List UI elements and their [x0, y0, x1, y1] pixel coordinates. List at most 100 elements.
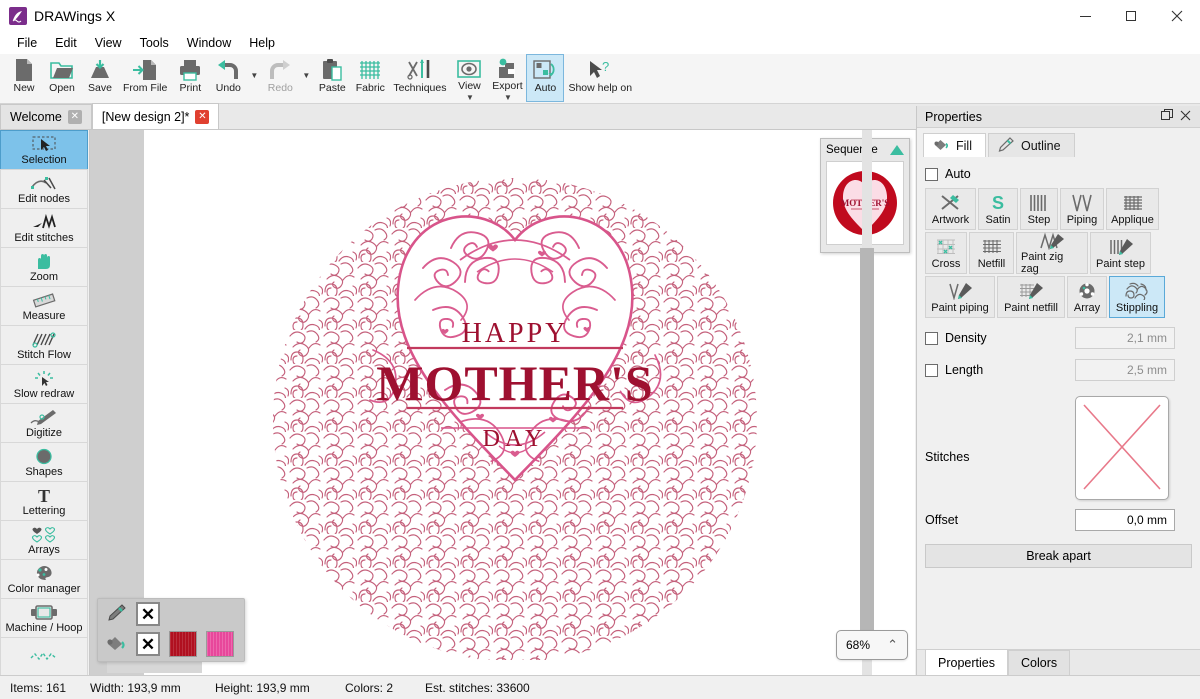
toolbar-save[interactable]: Save	[81, 54, 119, 102]
export-dropdown-arrow-icon[interactable]: ▼	[504, 93, 512, 102]
toolbar-redo[interactable]: Redo	[261, 54, 299, 102]
fill-type-satin[interactable]: S Satin	[978, 188, 1018, 230]
design-title-happy: HAPPY	[462, 318, 569, 349]
sidebar-item-color-manager[interactable]: Color manager	[0, 559, 88, 599]
close-tab-icon[interactable]: ✕	[195, 109, 210, 124]
fill-type-artwork[interactable]: Artwork	[925, 188, 976, 230]
menu-edit[interactable]: Edit	[46, 33, 86, 53]
fill-type-applique[interactable]: Applique	[1106, 188, 1159, 230]
minimize-icon[interactable]	[1062, 0, 1108, 32]
status-width: Width: 193,9 mm	[90, 680, 181, 695]
density-checkbox[interactable]	[925, 331, 938, 345]
design-canvas[interactable]: HAPPY MOTHER'S DAY Sequence MOTHER'S	[90, 130, 915, 675]
stitches-row: Stitches None	[925, 396, 1200, 500]
stitches-preview-button[interactable]: None	[1075, 396, 1200, 500]
sidebar-item-edit-stitches[interactable]: Edit stitches	[0, 208, 88, 248]
length-input[interactable]: 2,5 mm	[1075, 359, 1175, 381]
fill-type-stippling[interactable]: Stippling	[1109, 276, 1165, 318]
length-checkbox[interactable]	[925, 363, 938, 377]
sidebar-item-stitch-path[interactable]	[0, 637, 88, 675]
tab-fill[interactable]: Fill	[923, 133, 986, 157]
maximize-icon[interactable]	[1108, 0, 1154, 32]
break-apart-button[interactable]: Break apart	[925, 544, 1192, 568]
tab-outline[interactable]: Outline	[987, 133, 1075, 157]
menu-help[interactable]: Help	[240, 33, 284, 53]
toolbar-undo[interactable]: Undo	[209, 54, 247, 102]
document-tab-new-design-2[interactable]: [New design 2]* ✕	[91, 103, 220, 129]
embroidery-design[interactable]: HAPPY MOTHER'S DAY	[255, 160, 775, 660]
auto-checkbox-row[interactable]: Auto	[925, 163, 1192, 185]
fill-type-netfill[interactable]: Netfill	[969, 232, 1014, 274]
menu-file[interactable]: File	[8, 33, 46, 53]
density-row: Density 2,1 mm	[925, 326, 1192, 350]
toolbar-view[interactable]: View ▼	[450, 54, 488, 102]
redo-dropdown-arrow-icon[interactable]: ▼	[299, 54, 313, 102]
sidebar-item-slow-redraw[interactable]: Slow redraw	[0, 364, 88, 404]
sidebar-item-stitch-flow[interactable]: Stitch Flow	[0, 325, 88, 365]
bottom-tab-colors[interactable]: Colors	[1007, 650, 1071, 675]
collapse-triangle-icon[interactable]	[890, 145, 904, 155]
menu-view[interactable]: View	[86, 33, 131, 53]
toolbar-show-help-on[interactable]: ? Show help on	[564, 54, 636, 102]
fill-type-cross[interactable]: Cross	[925, 232, 967, 274]
menu-window[interactable]: Window	[178, 33, 240, 53]
fill-type-paint-zig-zag[interactable]: Paint zig zag	[1016, 231, 1088, 275]
toolbar-fabric[interactable]: Fabric	[351, 54, 389, 102]
svg-text:?: ?	[602, 59, 609, 74]
toolbar-paste[interactable]: Paste	[313, 54, 351, 102]
toolbar-print[interactable]: Print	[171, 54, 209, 102]
fill-type-piping-label: Piping	[1066, 214, 1098, 226]
bottom-tab-properties[interactable]: Properties	[925, 649, 1008, 675]
sidebar-item-machine-hoop[interactable]: Machine / Hoop	[0, 598, 88, 638]
view-dropdown-arrow-icon[interactable]: ▼	[466, 93, 474, 102]
sidebar-item-selection[interactable]: Selection	[0, 130, 88, 170]
pen-outline-icon[interactable]	[105, 603, 127, 626]
document-tab-welcome[interactable]: Welcome ✕	[0, 104, 92, 129]
auto-checkbox[interactable]	[925, 167, 938, 181]
fill-bucket-icon[interactable]	[105, 633, 127, 656]
toolbar-auto[interactable]: Auto	[526, 54, 565, 102]
fill-type-paint-netfill[interactable]: Paint netfill	[997, 276, 1065, 318]
fill-type-array[interactable]: Array	[1067, 276, 1107, 318]
undock-icon[interactable]	[1158, 109, 1176, 124]
toolbar-new[interactable]: New	[5, 54, 43, 102]
chevron-up-icon[interactable]: ⌃	[887, 637, 898, 653]
sidebar-item-lettering[interactable]: T Lettering	[0, 481, 88, 521]
close-panel-icon[interactable]	[1176, 110, 1194, 124]
toolbar-export[interactable]: Export ▼	[488, 54, 526, 102]
color-palette-icon	[32, 564, 56, 583]
slider-thumb[interactable]	[860, 248, 874, 638]
density-input[interactable]: 2,1 mm	[1075, 327, 1175, 349]
menu-tools[interactable]: Tools	[131, 33, 178, 53]
offset-input[interactable]: 0,0 mm	[1075, 509, 1175, 531]
zoom-level-value: 68%	[846, 638, 871, 652]
sidebar-item-shapes[interactable]: Shapes	[0, 442, 88, 482]
import-from-file-icon	[132, 57, 158, 83]
app-title: DRAWings X	[34, 8, 116, 24]
sidebar-item-zoom[interactable]: Zoom	[0, 247, 88, 287]
outline-no-color-icon[interactable]: ✕	[136, 602, 160, 626]
sidebar-item-selection-label: Selection	[21, 153, 67, 166]
sidebar-item-digitize[interactable]: Digitize	[0, 403, 88, 443]
canvas-vertical-slider[interactable]	[860, 130, 874, 675]
fill-no-color-icon[interactable]: ✕	[136, 632, 160, 656]
fill-type-step[interactable]: Step	[1020, 188, 1058, 230]
color-swatch-pink[interactable]	[206, 631, 234, 657]
toolbar-from-file-label: From File	[123, 82, 168, 94]
fill-type-piping[interactable]: Piping	[1060, 188, 1104, 230]
toolbar-techniques[interactable]: Techniques	[389, 54, 450, 102]
close-icon[interactable]	[1154, 0, 1200, 32]
close-tab-icon[interactable]: ✕	[67, 110, 82, 124]
color-swatch-dark-red[interactable]	[169, 631, 197, 657]
toolbar-from-file[interactable]: From File	[119, 54, 171, 102]
sidebar-item-edit-nodes[interactable]: Edit nodes	[0, 169, 88, 209]
fill-type-paint-piping[interactable]: Paint piping	[925, 276, 995, 318]
zoom-level-control[interactable]: 68% ⌃	[836, 630, 908, 660]
undo-dropdown-arrow-icon[interactable]: ▼	[247, 54, 261, 102]
toolbar-open[interactable]: Open	[43, 54, 81, 102]
color-palette-widget[interactable]: ✕ ✕	[97, 598, 245, 662]
sidebar-item-arrays[interactable]: Arrays	[0, 520, 88, 560]
fill-type-paint-step[interactable]: Paint step	[1090, 232, 1151, 274]
length-row: Length 2,5 mm	[925, 358, 1192, 382]
sidebar-item-measure[interactable]: Measure	[0, 286, 88, 326]
